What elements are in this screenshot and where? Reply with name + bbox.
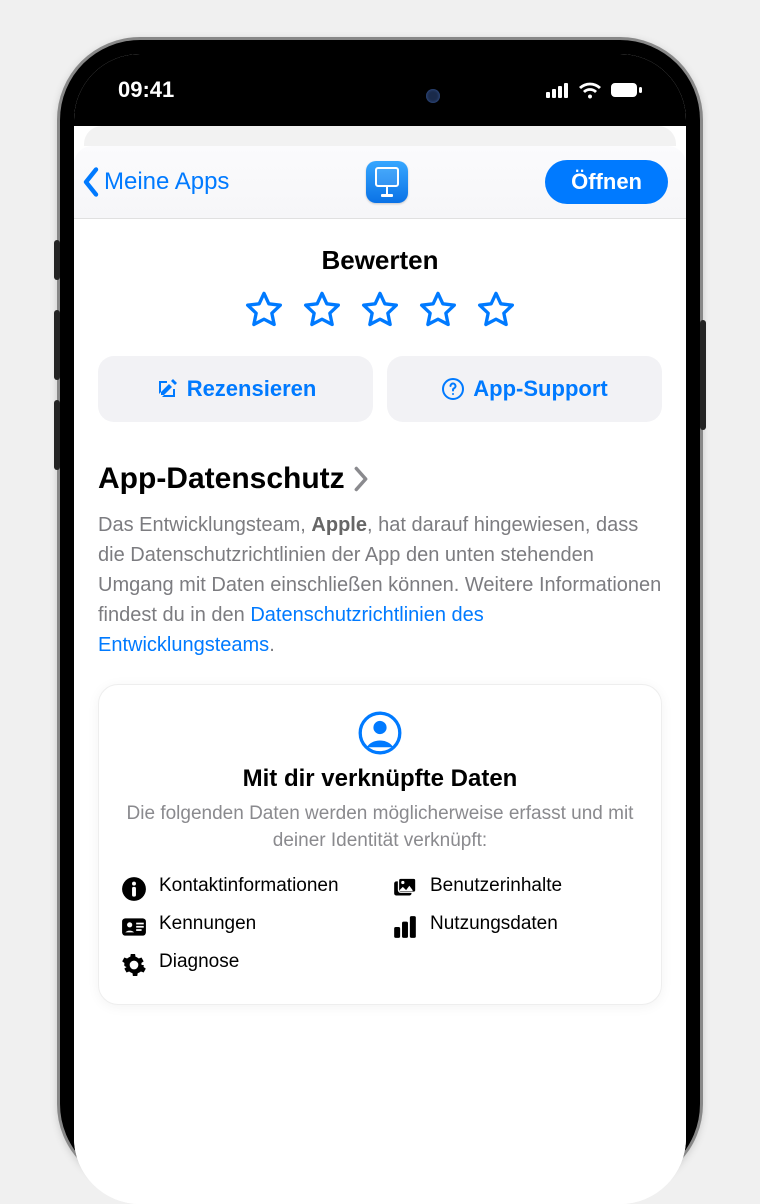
review-button[interactable]: Rezensieren: [98, 356, 373, 422]
back-button[interactable]: Meine Apps: [80, 167, 229, 197]
developer-name: Apple: [311, 514, 367, 536]
rate-heading: Bewerten: [98, 245, 662, 276]
battery-icon: [610, 82, 642, 98]
linked-data-card: Mit dir verknüpfte Daten Die folgenden D…: [98, 684, 662, 1005]
dynamic-island: [300, 76, 460, 116]
screen: 09:41 Meine Apps Öffnen Bewerten: [74, 54, 686, 1204]
wifi-icon: [578, 81, 602, 99]
bar-chart-icon: [392, 914, 418, 940]
cellular-icon: [546, 82, 570, 98]
app-icon: [366, 161, 408, 203]
app-detail-sheet: Meine Apps Öffnen Bewerten: [74, 146, 686, 1204]
star-icon[interactable]: [418, 290, 458, 330]
data-type-contact: Kontaktinforma­tionen: [121, 874, 368, 902]
data-type-content: Benutzerinhalte: [392, 874, 639, 902]
question-circle-icon: [441, 377, 465, 401]
linked-data-subtitle: Die folgenden Daten werden möglicherweis…: [121, 801, 639, 854]
rating-stars[interactable]: [98, 290, 662, 330]
gear-icon: [121, 952, 147, 978]
compose-icon: [155, 377, 179, 401]
privacy-heading: App-Datenschutz: [98, 462, 345, 496]
chevron-left-icon: [80, 167, 102, 197]
star-icon[interactable]: [244, 290, 284, 330]
star-icon[interactable]: [302, 290, 342, 330]
data-type-diag: Diagnose: [121, 950, 368, 978]
chevron-right-icon: [351, 465, 371, 493]
nav-bar: Meine Apps Öffnen: [74, 146, 686, 219]
review-label: Rezensieren: [187, 376, 317, 402]
id-card-icon: [121, 914, 147, 940]
open-button[interactable]: Öffnen: [545, 160, 668, 204]
back-label: Meine Apps: [104, 168, 229, 196]
linked-data-title: Mit dir verknüpfte Daten: [121, 765, 639, 793]
person-circle-icon: [358, 711, 402, 755]
data-type-usage: Nutzungsdaten: [392, 912, 639, 940]
photos-icon: [392, 876, 418, 902]
phone-frame: 09:41 Meine Apps Öffnen Bewerten: [60, 40, 700, 1184]
data-type-ids: Kennungen: [121, 912, 368, 940]
privacy-description: Das Entwicklungsteam, Apple, hat darauf …: [98, 510, 662, 660]
star-icon[interactable]: [476, 290, 516, 330]
privacy-section-header[interactable]: App-Datenschutz: [98, 462, 662, 496]
status-time: 09:41: [118, 77, 174, 103]
support-label: App-Support: [473, 376, 607, 402]
support-button[interactable]: App-Support: [387, 356, 662, 422]
star-icon[interactable]: [360, 290, 400, 330]
info-circle-icon: [121, 876, 147, 902]
